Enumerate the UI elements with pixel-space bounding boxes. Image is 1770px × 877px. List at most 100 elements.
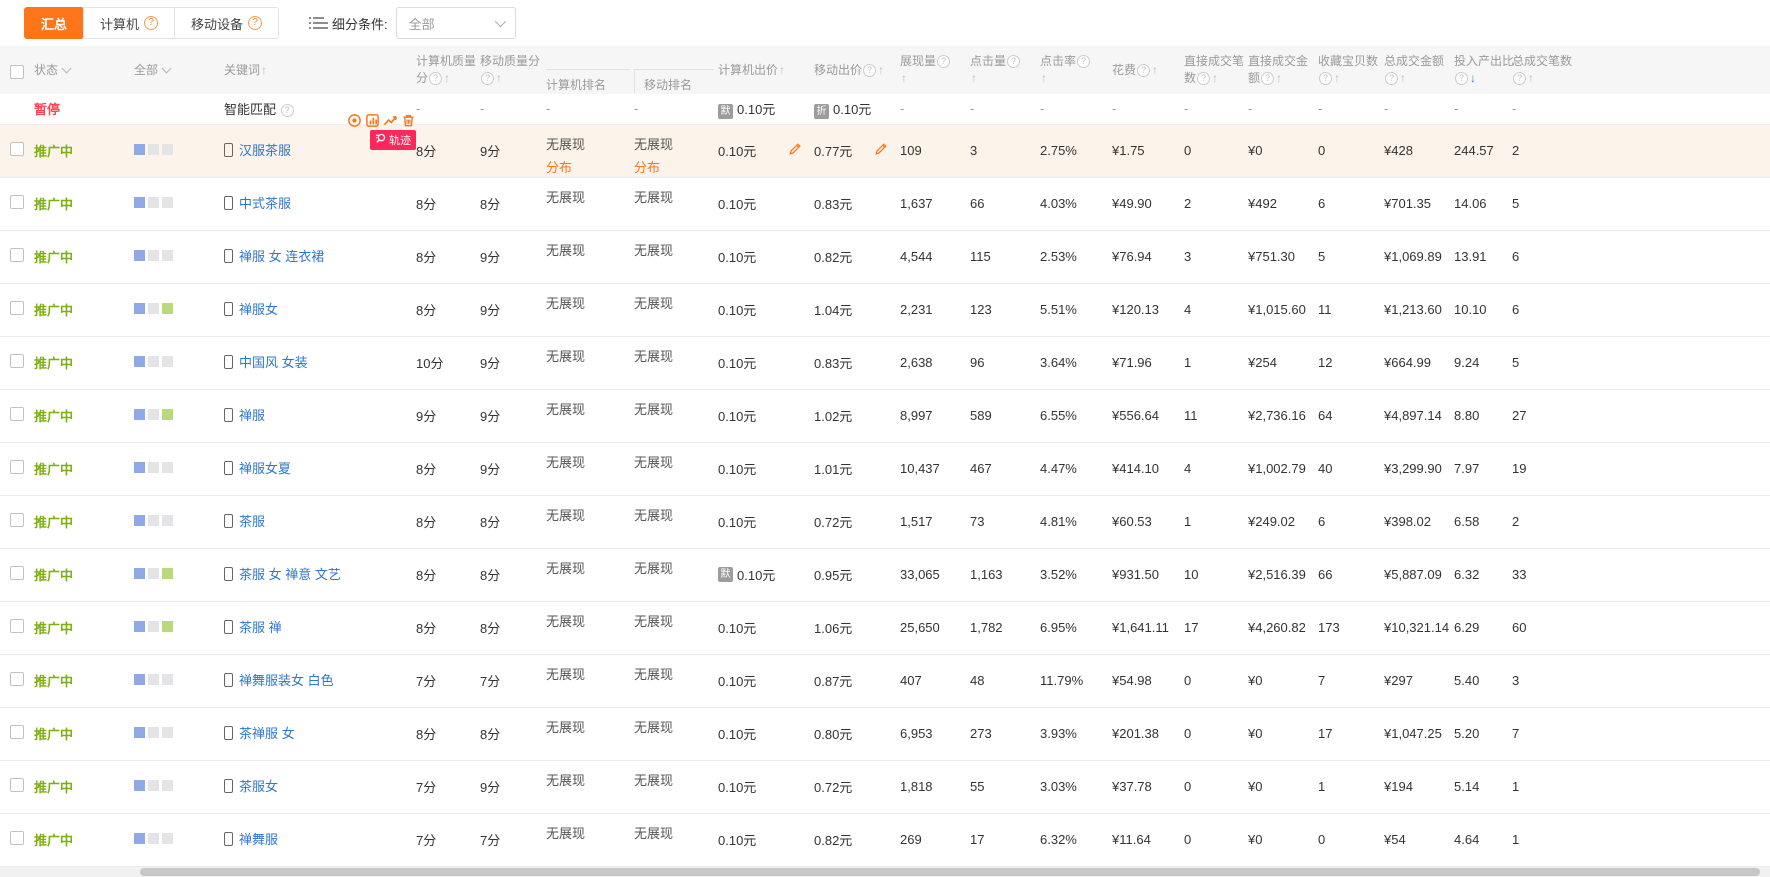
select-all-checkbox[interactable] — [10, 65, 24, 79]
row-checkbox[interactable] — [10, 831, 24, 845]
sort-arrow-icon[interactable]: ↑ — [878, 63, 884, 77]
row-checkbox[interactable] — [10, 460, 24, 474]
column-label-line1[interactable]: 展现量? — [900, 53, 966, 70]
help-icon[interactable]: ? — [1261, 72, 1274, 85]
help-icon[interactable]: ? — [1197, 72, 1210, 85]
row-checkbox[interactable] — [10, 248, 24, 262]
column-label-line2[interactable]: ↑ — [970, 70, 1036, 87]
delete-icon[interactable] — [401, 113, 416, 128]
column-label[interactable]: 花费?↑ — [1112, 53, 1180, 78]
help-icon[interactable]: ? — [863, 64, 876, 77]
help-icon[interactable]: ? — [1319, 72, 1332, 85]
help-icon[interactable]: ? — [1385, 72, 1398, 85]
column-label-line2[interactable]: 数?↑ — [1184, 70, 1244, 87]
edit-bid-icon[interactable] — [874, 142, 888, 159]
report-icon[interactable] — [365, 113, 380, 128]
column-label-line2[interactable]: ?↑ — [1512, 70, 1572, 87]
help-icon[interactable]: ? — [481, 72, 494, 85]
column-label-line2[interactable]: 额?↑ — [1248, 70, 1314, 87]
horizontal-scrollbar-thumb[interactable] — [140, 868, 1760, 876]
row-checkbox[interactable] — [10, 566, 24, 580]
sort-arrow-icon[interactable]: ↑ — [1212, 71, 1218, 85]
sort-arrow-icon[interactable]: ↑ — [261, 63, 267, 77]
help-icon[interactable]: ? — [1137, 64, 1150, 77]
sort-arrow-icon[interactable]: ↑ — [901, 71, 907, 85]
help-icon[interactable]: ? — [281, 104, 294, 117]
column-label[interactable]: 全部 — [134, 53, 220, 78]
help-icon[interactable]: ? — [1007, 55, 1020, 68]
sort-arrow-icon[interactable]: ↑ — [779, 63, 785, 77]
row-checkbox[interactable] — [10, 142, 24, 156]
column-label-line1[interactable]: 投入产出比 — [1454, 53, 1508, 70]
column-label-line2[interactable]: ↑ — [900, 70, 966, 87]
row-checkbox[interactable] — [10, 354, 24, 368]
tab-computer[interactable]: 计算机? — [83, 7, 175, 39]
sort-arrow-icon[interactable]: ↑ — [1152, 63, 1158, 77]
row-checkbox[interactable] — [10, 672, 24, 686]
column-label-line2[interactable]: ?↓ — [1454, 70, 1508, 87]
row-checkbox[interactable] — [10, 195, 24, 209]
sort-arrow-icon[interactable]: ↑ — [1400, 71, 1406, 85]
row-checkbox[interactable] — [10, 725, 24, 739]
keyword-link[interactable]: 中国风 女装 — [224, 355, 308, 370]
row-checkbox[interactable] — [10, 513, 24, 527]
column-label-line2[interactable]: ?↑ — [1384, 70, 1450, 87]
column-label-line1[interactable]: 直接成交金 — [1248, 53, 1314, 70]
row-checkbox[interactable] — [10, 407, 24, 421]
help-icon[interactable]: ? — [1455, 72, 1468, 85]
help-icon[interactable]: ? — [937, 55, 950, 68]
keyword-link[interactable]: 茶服 女 禅意 文艺 — [224, 567, 341, 582]
rank-distribution-link[interactable]: 分布 — [546, 157, 628, 176]
sort-arrow-icon[interactable]: ↑ — [1334, 71, 1340, 85]
keyword-link[interactable]: 禅舞服装女 白色 — [224, 673, 334, 688]
sort-arrow-icon[interactable]: ↑ — [1276, 71, 1282, 85]
tab-mobile[interactable]: 移动设备? — [174, 7, 279, 39]
keyword-link[interactable]: 禅服女夏 — [224, 461, 291, 476]
row-checkbox[interactable] — [10, 778, 24, 792]
column-label-line2[interactable]: ?↑ — [1318, 70, 1380, 87]
keyword-link[interactable]: 禅服 — [224, 408, 265, 423]
help-icon[interactable]: ? — [248, 16, 262, 30]
keyword-link[interactable]: 禅服女 — [224, 302, 278, 317]
keyword-link[interactable]: 禅服 女 连衣裙 — [224, 249, 324, 264]
column-label-line1[interactable]: 点击率? — [1040, 53, 1108, 70]
column-label[interactable]: 移动出价?↑ — [814, 53, 896, 78]
help-icon[interactable]: ? — [144, 16, 158, 30]
keyword-link[interactable]: 中式茶服 — [224, 196, 291, 211]
trend-chart-icon[interactable] — [383, 113, 398, 128]
column-label-line1[interactable]: 直接成交笔 — [1184, 53, 1244, 70]
column-label-line1[interactable]: 点击量? — [970, 53, 1036, 70]
sort-arrow-icon[interactable]: ↑ — [496, 71, 502, 85]
tab-summary[interactable]: 汇总 — [24, 7, 84, 39]
help-icon[interactable]: ? — [1077, 55, 1090, 68]
keyword-link[interactable]: 茶服女 — [224, 779, 278, 794]
sort-arrow-icon[interactable]: ↑ — [971, 71, 977, 85]
rank-distribution-link[interactable]: 分布 — [634, 157, 712, 176]
column-label-line1[interactable]: 移动质量分 — [480, 53, 542, 70]
column-label-line2[interactable]: ?↑ — [480, 70, 542, 87]
row-checkbox[interactable] — [10, 301, 24, 315]
targeting-icon[interactable] — [347, 113, 362, 128]
sort-arrow-icon[interactable]: ↑ — [1528, 71, 1534, 85]
column-label[interactable]: 状态 — [34, 53, 130, 78]
help-icon[interactable]: ? — [429, 72, 442, 85]
sort-arrow-icon[interactable]: ↑ — [1041, 71, 1047, 85]
column-label[interactable]: 计算机出价↑ — [718, 53, 810, 78]
track-badge[interactable]: 轨迹 — [370, 130, 416, 150]
keyword-link[interactable]: 茶禅服 女 — [224, 726, 295, 741]
keyword-link[interactable]: 汉服茶服 — [224, 143, 291, 158]
keyword-link[interactable]: 茶服 — [224, 514, 265, 529]
horizontal-scrollbar-track[interactable] — [0, 867, 1770, 877]
column-label-line2[interactable]: ↑ — [1040, 70, 1108, 87]
column-label-line1[interactable]: 总成交金额 — [1384, 53, 1450, 70]
column-label-line1[interactable]: 计算机质量 — [416, 53, 476, 70]
row-checkbox[interactable] — [10, 619, 24, 633]
help-icon[interactable]: ? — [1513, 72, 1526, 85]
sort-arrow-icon[interactable]: ↑ — [444, 71, 450, 85]
keyword-link[interactable]: 禅舞服 — [224, 832, 278, 847]
column-label-line2[interactable]: 分?↑ — [416, 70, 476, 87]
edit-bid-icon[interactable] — [788, 142, 802, 159]
sort-arrow-icon[interactable]: ↓ — [1470, 71, 1476, 85]
filter-select[interactable]: 全部 — [396, 7, 516, 39]
keyword-link[interactable]: 茶服 禅 — [224, 620, 282, 635]
